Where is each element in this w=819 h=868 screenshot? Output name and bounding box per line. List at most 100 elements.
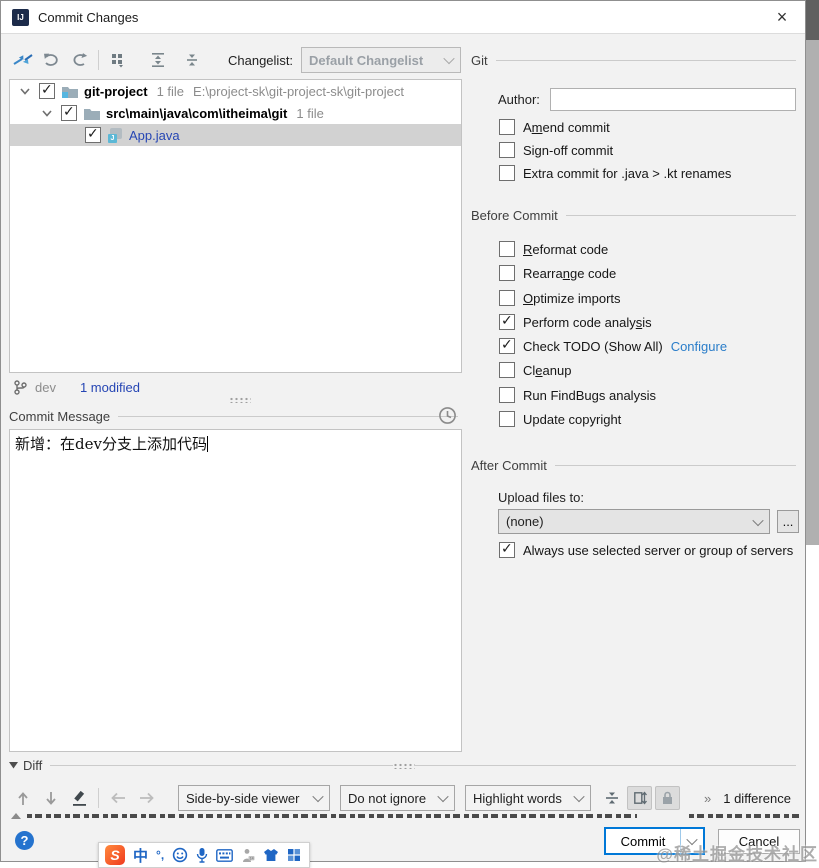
title-bar: IJ Commit Changes × [1,1,805,34]
checkbox-cleanup[interactable]: Cleanup [499,362,571,378]
checkbox-label: Amend commit [523,119,610,135]
splitter-grip[interactable] [229,397,251,403]
more-actions-chevrons[interactable]: » [704,791,711,806]
tree-node-meta: 1 file [296,105,324,121]
checkbox-rearrange-code[interactable]: Rearrange code [499,265,616,281]
changelist-label: Changelist: [228,52,294,68]
rollback-icon[interactable] [37,47,65,73]
checkbox[interactable] [499,165,515,181]
changelist-dropdown[interactable]: Default Changelist [301,47,462,73]
chevron-down-icon [437,790,449,803]
tree-row-file-selected[interactable]: J App.java [10,124,461,146]
close-icon[interactable]: × [769,5,795,29]
punctuation-toggle-icon[interactable]: °, [156,848,164,862]
checkbox-perform-code-analysis[interactable]: Perform code analysis [499,312,652,330]
viewer-mode-value: Side-by-side viewer [186,790,300,806]
checkbox[interactable] [499,241,515,257]
ignore-policy-dropdown[interactable]: Do not ignore [340,785,455,811]
checkbox-always-use-server[interactable]: Always use selected server or group of s… [499,540,794,558]
previous-difference-icon[interactable] [9,785,37,811]
difference-count: 1 difference [723,790,791,806]
checkbox[interactable] [499,387,515,403]
commit-changes-dialog: IJ Commit Changes × Changelist: Default … [0,0,806,862]
tree-checkbox[interactable] [39,81,55,99]
clipped-diff-text [27,814,637,818]
help-button[interactable]: ? [15,831,34,850]
checkbox[interactable] [499,362,515,378]
collapse-unchanged-icon[interactable] [599,786,624,810]
checkbox-update-copyright[interactable]: Update copyright [499,411,621,427]
emoji-icon[interactable] [172,847,188,863]
voice-input-icon[interactable] [196,847,208,863]
checkbox-label: Cleanup [523,362,572,378]
checkbox-label: Optimize imports [523,290,621,306]
checkbox[interactable] [499,312,515,330]
checkbox-label: Always use selected server or group of s… [523,542,794,558]
checkbox-amend-commit[interactable]: Amend commit [499,119,610,135]
next-difference-icon[interactable] [37,785,65,811]
skin-shirt-icon[interactable] [263,848,279,862]
sogou-logo-icon[interactable]: S [105,845,125,865]
checkbox[interactable] [499,290,515,306]
ime-toolbar: S 中 °, 14 [98,842,310,868]
commit-arrows-icon[interactable] [9,47,37,73]
java-class-icon: J [108,127,123,143]
checkbox-label: Extra commit for .java > .kt renames [523,165,732,181]
git-section-header: Git [471,53,796,68]
virtual-keyboard-icon[interactable] [216,848,234,862]
modified-count-link[interactable]: 1 modified [80,380,140,395]
tree-checkbox[interactable] [85,125,101,143]
checkbox-check-todo[interactable]: Check TODO (Show All) Configure [499,336,727,354]
group-by-icon[interactable] [104,47,132,73]
profile-icon[interactable]: 14 [241,848,255,863]
folder-icon [84,108,100,120]
git-section-title: Git [471,53,488,68]
branch-name: dev [35,379,56,395]
section-line [50,765,796,766]
expand-all-icon[interactable] [144,47,172,73]
back-arrow-icon[interactable] [104,785,132,811]
history-clock-icon[interactable] [438,406,457,425]
checkbox[interactable] [499,540,515,558]
watermark-text: @稀土掘金技术社区 [656,845,818,864]
checkbox[interactable] [499,411,515,427]
tree-row-project[interactable]: git-project 1 file E:\project-sk\git-pro… [10,80,461,102]
upload-target-value: (none) [506,514,544,529]
checkbox[interactable] [499,119,515,135]
commit-message-title: Commit Message [9,409,111,424]
checkbox-signoff-commit[interactable]: Sign-off commit [499,142,613,158]
background-window-edge [806,40,819,545]
splitter-grip[interactable] [393,763,415,769]
ignore-policy-value: Do not ignore [348,790,427,806]
checkbox[interactable] [499,336,515,354]
toolbar-divider [98,50,99,70]
commit-message-input[interactable]: 新增：在dev分支上添加代码 [9,429,462,752]
checkbox-optimize-imports[interactable]: Optimize imports [499,290,621,306]
checkbox-reformat-code[interactable]: Reformat code [499,241,608,257]
upload-files-label: Upload files to: [498,490,584,505]
configure-link[interactable]: Configure [671,339,727,354]
upload-target-dropdown[interactable]: (none) [498,509,770,534]
toolbox-grid-icon[interactable] [287,848,301,862]
refresh-icon[interactable] [65,47,93,73]
tree-node-name: src\main\java\com\itheima\git [106,105,288,121]
author-input[interactable] [550,88,796,111]
checkbox-label: Sign-off commit [523,142,614,158]
tree-row-package[interactable]: src\main\java\com\itheima\git 1 file [10,102,461,124]
synchronize-scrolling-icon[interactable] [627,786,652,810]
upload-more-button[interactable]: ... [777,510,799,533]
viewer-mode-dropdown[interactable]: Side-by-side viewer [178,785,330,811]
tree-checkbox[interactable] [61,103,77,121]
checkbox[interactable] [499,142,515,158]
checkbox-findbugs[interactable]: Run FindBugs analysis [499,387,656,403]
edit-source-icon[interactable] [65,785,93,811]
checkbox-extra-commit[interactable]: Extra commit for .java > .kt renames [499,165,731,181]
forward-arrow-icon[interactable] [132,785,160,811]
highlight-mode-dropdown[interactable]: Highlight words [465,785,591,811]
collapse-all-icon[interactable] [178,47,206,73]
chevron-down-icon [573,790,585,803]
language-toggle-icon[interactable]: 中 [133,845,148,866]
checkbox-label: Run FindBugs analysis [523,387,656,403]
checkbox[interactable] [499,265,515,281]
toolbar-divider [98,788,99,808]
